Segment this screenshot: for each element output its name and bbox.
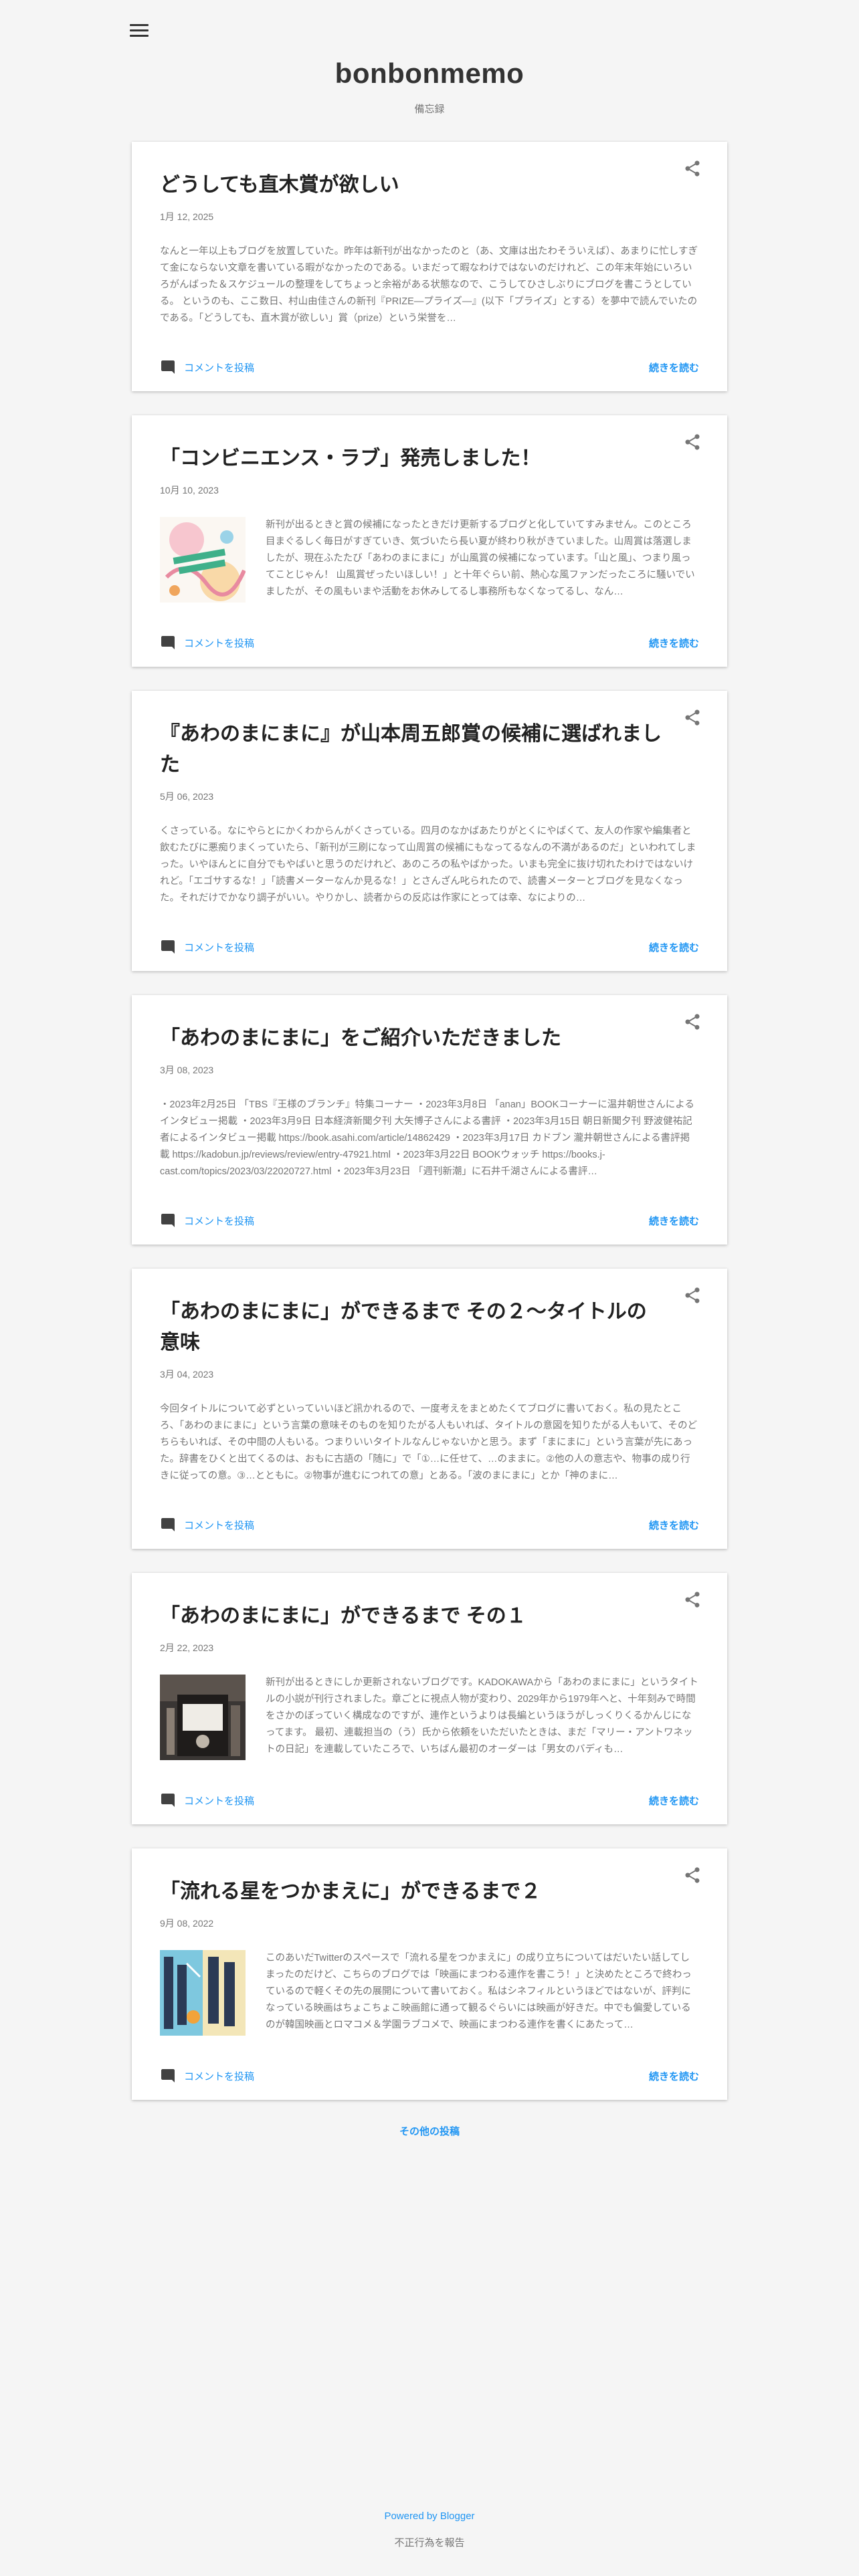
post-body: 新刊が出るときにしか更新されないブログです。KADOKAWAから「あわのまにまに… [160,1675,699,1760]
comment-link[interactable]: コメントを投稿 [160,939,254,955]
read-more-link[interactable]: 続きを読む [649,1214,699,1228]
read-more-link[interactable]: 続きを読む [649,1518,699,1532]
post-card: 「あわのまにまに」ができるまで その２〜タイトルの意味 3月 04, 2023 … [132,1269,727,1549]
comment-icon [161,1794,175,1807]
post-footer: コメントを投稿 続きを読む [160,619,699,667]
share-icon[interactable] [683,1590,702,1609]
post-footer: コメントを投稿 続きを読む [160,1196,699,1245]
comment-link[interactable]: コメントを投稿 [160,1517,254,1533]
post-date[interactable]: 3月 08, 2023 [160,1063,699,1077]
comment-label: コメントを投稿 [184,637,255,649]
post-footer: コメントを投稿 続きを読む [160,1776,699,1824]
blog-description: 備忘録 [414,104,445,115]
comment-label: コメントを投稿 [184,1215,255,1227]
post-body: ・2023年2月25日 「TBS『王様のブランチ』特集コーナー ・2023年3月… [160,1097,699,1180]
read-more-link[interactable]: 続きを読む [649,1794,699,1808]
post-footer: コメントを投稿 続きを読む [160,923,699,971]
post-card: どうしても直木賞が欲しい 1月 12, 2025 なんと一年以上もブログを放置し… [132,142,727,391]
comment-link[interactable]: コメントを投稿 [160,635,254,651]
post-title[interactable]: 「コンビニエンス・ラブ」発売しました！ [160,443,699,474]
comment-icon [161,1214,175,1227]
post-title[interactable]: 「あわのまにまに」ができるまで その１ [160,1601,699,1632]
comment-label: コメントを投稿 [184,942,255,954]
comment-link[interactable]: コメントを投稿 [160,1792,254,1808]
post-footer: コメントを投稿 続きを読む [160,343,699,391]
comment-label: コメントを投稿 [184,1519,255,1531]
post-thumbnail-nagareru-hoshi-cover[interactable] [160,1950,246,2036]
post-body: 今回タイトルについて必ずといっていいほど訊かれるので、一度考えをまとめたくてブロ… [160,1401,699,1485]
comment-link[interactable]: コメントを投稿 [160,359,254,375]
post-snippet: 今回タイトルについて必ずといっていいほど訊かれるので、一度考えをまとめたくてブロ… [160,1404,698,1481]
post-thumbnail-convenience-love-cover[interactable] [160,517,246,603]
hamburger-menu-icon[interactable] [130,24,149,39]
more-posts-link[interactable]: その他の投稿 [399,2126,460,2137]
post-card: 「流れる星をつかまえに」ができるまで２ 9月 08, 2022 このあいだTwi… [132,1848,727,2100]
comment-link[interactable]: コメントを投稿 [160,1212,254,1228]
share-icon[interactable] [683,433,702,451]
more-posts: その他の投稿 [0,2124,859,2138]
blog-header: bonbonmemo 備忘録 [0,0,859,142]
post-body: 新刊が出るときと賞の候補になったときだけ更新するブログと化していてすみません。こ… [160,517,699,603]
post-snippet: くさっている。なにやらとにかくわからんがくさっている。四月のなかばあたりがとくに… [160,826,696,903]
post-card: 『あわのまにまに』が山本周五郎賞の候補に選ばれました 5月 06, 2023 く… [132,691,727,971]
post-thumbnail-awanomanimani-cover[interactable] [160,1675,246,1760]
post-date[interactable]: 2月 22, 2023 [160,1641,699,1654]
post-date[interactable]: 9月 08, 2022 [160,1917,699,1930]
post-footer: コメントを投稿 続きを読む [160,2052,699,2100]
post-snippet: ・2023年2月25日 「TBS『王様のブランチ』特集コーナー ・2023年3月… [160,1099,694,1177]
post-title[interactable]: 「流れる星をつかまえに」ができるまで２ [160,1876,699,1907]
comment-icon [161,1518,175,1531]
post-title[interactable]: 「あわのまにまに」をご紹介いただきました [160,1023,699,1054]
read-more-link[interactable]: 続きを読む [649,940,699,954]
share-icon[interactable] [683,1866,702,1885]
post-date[interactable]: 5月 06, 2023 [160,790,699,803]
comment-icon [161,940,175,954]
post-snippet: 新刊が出るときと賞の候補になったときだけ更新するブログと化していてすみません。こ… [266,520,695,597]
read-more-link[interactable]: 続きを読む [649,636,699,650]
post-date[interactable]: 3月 04, 2023 [160,1368,699,1381]
post-card: 「あわのまにまに」をご紹介いただきました 3月 08, 2023 ・2023年2… [132,995,727,1245]
share-icon[interactable] [683,1012,702,1031]
blog-title[interactable]: bonbonmemo [0,58,859,90]
comment-link[interactable]: コメントを投稿 [160,2068,254,2084]
comment-label: コメントを投稿 [184,362,255,374]
post-body: このあいだTwitterのスペースで「流れる星をつかまえに」の成り立ちについては… [160,1950,699,2036]
post-snippet: 新刊が出るときにしか更新されないブログです。KADOKAWAから「あわのまにまに… [266,1677,698,1755]
comment-label: コメントを投稿 [184,2070,255,2082]
post-footer: コメントを投稿 続きを読む [160,1501,699,1549]
read-more-link[interactable]: 続きを読む [649,360,699,374]
post-title[interactable]: 「あわのまにまに」ができるまで その２〜タイトルの意味 [160,1297,699,1358]
share-icon[interactable] [683,159,702,178]
post-date[interactable]: 1月 12, 2025 [160,210,699,223]
post-body: くさっている。なにやらとにかくわからんがくさっている。四月のなかばあたりがとくに… [160,823,699,907]
post-body: なんと一年以上もブログを放置していた。昨年は新刊が出なかったのと（あ、文庫は出た… [160,243,699,327]
share-icon[interactable] [683,708,702,727]
post-date[interactable]: 10月 10, 2023 [160,484,699,497]
report-abuse-link[interactable]: 不正行為を報告 [0,2535,859,2549]
comment-icon [161,360,175,374]
post-card: 「コンビニエンス・ラブ」発売しました！ 10月 10, 2023 新刊が出るとき… [132,415,727,667]
page-footer: Powered by Blogger 不正行為を報告 [0,2510,859,2549]
powered-by-blogger-link[interactable]: Powered by Blogger [0,2510,859,2522]
post-snippet: このあいだTwitterのスペースで「流れる星をつかまえに」の成り立ちについては… [266,1953,692,2030]
comment-icon [161,2069,175,2082]
share-icon[interactable] [683,1286,702,1305]
comment-icon [161,636,175,649]
comment-label: コメントを投稿 [184,1795,255,1807]
post-title[interactable]: どうしても直木賞が欲しい [160,170,699,201]
read-more-link[interactable]: 続きを読む [649,2069,699,2083]
post-title[interactable]: 『あわのまにまに』が山本周五郎賞の候補に選ばれました [160,719,699,780]
post-card: 「あわのまにまに」ができるまで その１ 2月 22, 2023 新刊が出るときに… [132,1573,727,1824]
post-snippet: なんと一年以上もブログを放置していた。昨年は新刊が出なかったのと（あ、文庫は出た… [160,246,698,324]
post-list: どうしても直木賞が欲しい 1月 12, 2025 なんと一年以上もブログを放置し… [0,142,859,2100]
